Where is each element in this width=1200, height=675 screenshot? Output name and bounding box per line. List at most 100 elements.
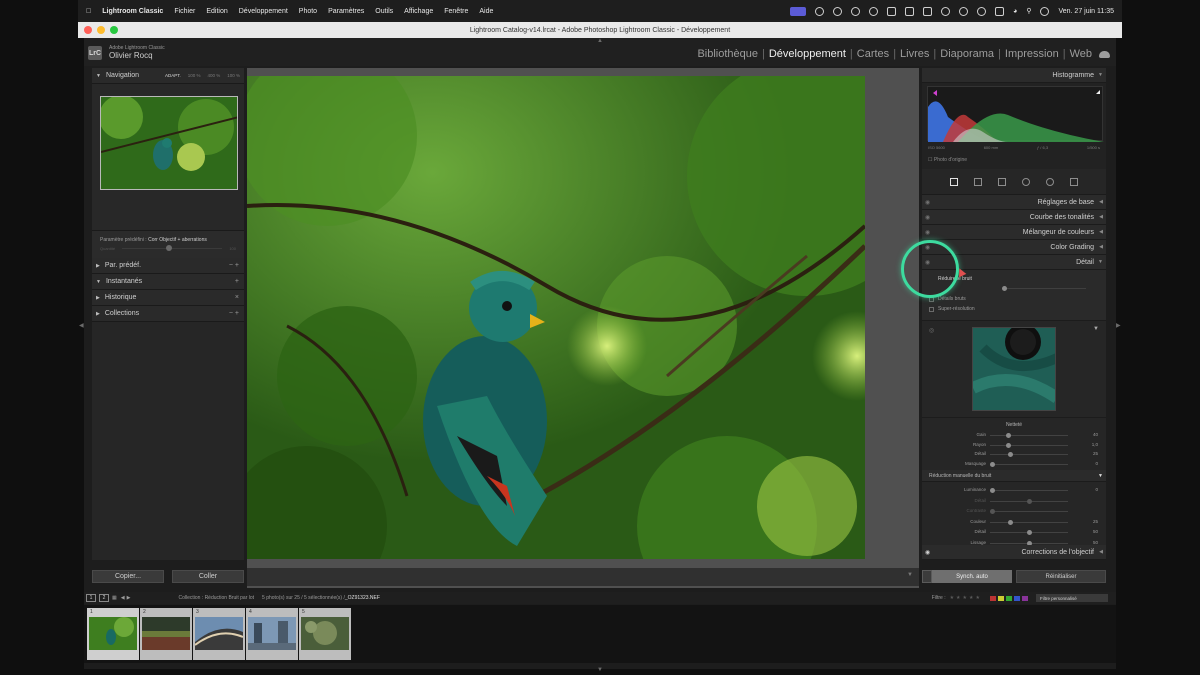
apple-icon[interactable]:  (86, 8, 91, 15)
noise-reduction-slider-track[interactable] (990, 490, 1068, 491)
noise-reduction-slider-track[interactable] (990, 511, 1068, 512)
expand-triangle-icon[interactable]: ◀ (1099, 244, 1103, 250)
menubar-app-name[interactable]: Lightroom Classic (102, 8, 163, 15)
expand-triangle-icon[interactable]: ◀ (1099, 214, 1103, 220)
screen-share-icon[interactable] (790, 6, 807, 16)
filmstrip-cell-3[interactable]: 3 (193, 608, 245, 660)
sharpening-slider-track[interactable] (990, 444, 1068, 446)
module-bibliotheque[interactable]: Bibliothèque (697, 48, 758, 60)
section-history[interactable]: ▶ Historique × (92, 290, 244, 306)
section-tone-curve[interactable]: ◉ Courbe des tonalités ◀ (922, 210, 1106, 225)
second-screen-button[interactable]: 2 (99, 594, 109, 602)
navigator-thumbnail[interactable] (100, 96, 238, 190)
manual-noise-header[interactable]: Réduction manuelle du bruit ▼ (922, 470, 1106, 482)
menu-photo[interactable]: Photo (299, 8, 317, 15)
sharpening-slider-value[interactable]: 40 (1093, 432, 1098, 437)
section-color-grading[interactable]: ◉ Color Grading ◀ (922, 240, 1106, 255)
noise-reduction-slider-knob[interactable] (989, 509, 995, 514)
detail-zoom-thumbnail[interactable] (972, 327, 1056, 411)
sharpening-slider-knob[interactable] (1007, 452, 1013, 457)
collapse-triangle-icon[interactable]: ▼ (1098, 72, 1103, 78)
filmstrip-thumb-1[interactable] (89, 617, 137, 650)
menu-aide[interactable]: Aide (479, 8, 493, 15)
wifi-icon[interactable]: ◕ (1013, 8, 1017, 15)
section-basic[interactable]: ◉ Réglages de base ◀ (922, 195, 1106, 210)
status-icon-4[interactable] (869, 6, 879, 16)
filmstrip-thumb-3[interactable] (195, 617, 243, 650)
control-center-icon[interactable] (1040, 6, 1050, 16)
sync-auto-button[interactable]: Synch. auto (922, 570, 1012, 583)
noise-reduction-slider-value[interactable]: 0 (1095, 487, 1098, 492)
sharpening-slider-knob[interactable] (1005, 442, 1011, 448)
battery-icon[interactable] (995, 6, 1005, 16)
left-panel-toggle-icon[interactable]: ◀ (79, 322, 84, 329)
sharpening-slider-track[interactable] (990, 463, 1068, 465)
expand-triangle-icon[interactable]: ▶ (96, 295, 100, 301)
navigator-header[interactable]: ▼ Navigation ADAPT. 100 % 400 % 100 % (92, 68, 244, 84)
section-presets-controls[interactable]: − + (229, 262, 239, 269)
section-color-mixer[interactable]: ◉ Mélangeur de couleurs ◀ (922, 225, 1106, 240)
app-icon-1[interactable] (887, 6, 897, 16)
sync-switch[interactable] (922, 570, 932, 583)
target-icon[interactable]: ◎ (929, 327, 934, 334)
status-icon-2[interactable] (833, 6, 843, 16)
eye-icon[interactable]: ◉ (925, 199, 930, 206)
redeye-icon[interactable] (1022, 177, 1030, 186)
eye-icon[interactable]: ◉ (925, 244, 930, 251)
menu-edition[interactable]: Edition (206, 8, 227, 15)
module-web[interactable]: Web (1070, 48, 1092, 60)
section-collections[interactable]: ▶ Collections − + (92, 306, 244, 322)
star-filter[interactable]: ★★★★★ (950, 595, 982, 601)
menubar-clock[interactable]: Ven. 27 juin 11:35 (1058, 8, 1114, 15)
app-icon-3[interactable] (923, 6, 933, 16)
status-icon-7[interactable] (977, 6, 987, 16)
collapse-triangle-icon[interactable]: ▼ (1098, 259, 1103, 265)
raw-details-checkbox[interactable] (929, 297, 934, 302)
menu-fenetre[interactable]: Fenêtre (444, 8, 468, 15)
preset-amount-knob[interactable] (166, 245, 172, 251)
filmstrip-cell-1[interactable]: 1 (87, 608, 139, 660)
noise-reduction-slider-knob[interactable] (989, 488, 995, 493)
section-snapshots[interactable]: ▼ Instantanés + (92, 274, 244, 290)
denoise-button[interactable]: Réduire le bruit (938, 276, 972, 282)
edit-sliders-icon[interactable] (950, 177, 958, 186)
top-panel-toggle-icon[interactable]: ▲ (597, 38, 603, 44)
super-resolution-checkbox[interactable] (929, 307, 934, 312)
sharpening-slider-track[interactable] (990, 435, 1068, 436)
section-history-controls[interactable]: × (235, 294, 239, 301)
eye-icon[interactable]: ◉ (925, 214, 930, 221)
paste-settings-button[interactable]: Coller (172, 570, 244, 583)
image-canvas[interactable] (247, 68, 919, 588)
noise-reduction-slider-knob[interactable] (1007, 519, 1013, 525)
noise-reduction-slider-knob[interactable] (1027, 530, 1032, 535)
main-photo[interactable] (247, 76, 865, 559)
zoom-100[interactable]: 100 % (188, 73, 201, 78)
eye-icon[interactable]: ◉ (925, 229, 930, 236)
filter-preset-select[interactable]: Filtre personnalisé (1036, 594, 1108, 602)
eye-icon[interactable]: ◉ (925, 549, 930, 556)
filmstrip-cell-5[interactable]: 5 (299, 608, 351, 660)
main-screen-button[interactable]: 1 (86, 594, 96, 602)
module-developpement[interactable]: Développement (769, 48, 846, 60)
status-icon-5[interactable] (941, 6, 951, 16)
collapse-triangle-icon[interactable]: ▼ (1093, 326, 1099, 332)
right-panel-toggle-icon[interactable]: ▶ (1116, 322, 1121, 329)
nav-forward-icon[interactable]: ▶ (127, 595, 131, 601)
noise-reduction-slider-value[interactable]: 25 (1093, 519, 1098, 524)
filmstrip-thumb-2[interactable] (142, 617, 190, 650)
menu-affichage[interactable]: Affichage (404, 8, 433, 15)
status-icon-3[interactable] (851, 6, 861, 16)
section-snapshots-controls[interactable]: + (235, 278, 239, 285)
color-swatch-2[interactable] (998, 595, 1004, 601)
zoom-fit[interactable]: ADAPT. (165, 73, 181, 78)
grid-view-icon[interactable]: ▦ (112, 595, 117, 601)
expand-triangle-icon[interactable]: ▶ (96, 311, 100, 317)
zoom-400[interactable]: 400 % (207, 73, 220, 78)
zoom-custom[interactable]: 100 % (227, 73, 240, 78)
expand-triangle-icon[interactable]: ◀ (1099, 549, 1103, 555)
heal-icon[interactable] (998, 177, 1006, 186)
bottom-panel-toggle-icon[interactable]: ▼ (597, 667, 603, 673)
filmstrip-cell-4[interactable]: 4 (246, 608, 298, 660)
noise-reduction-slider-value[interactable]: 50 (1093, 540, 1098, 545)
color-swatch-1[interactable] (990, 595, 996, 601)
